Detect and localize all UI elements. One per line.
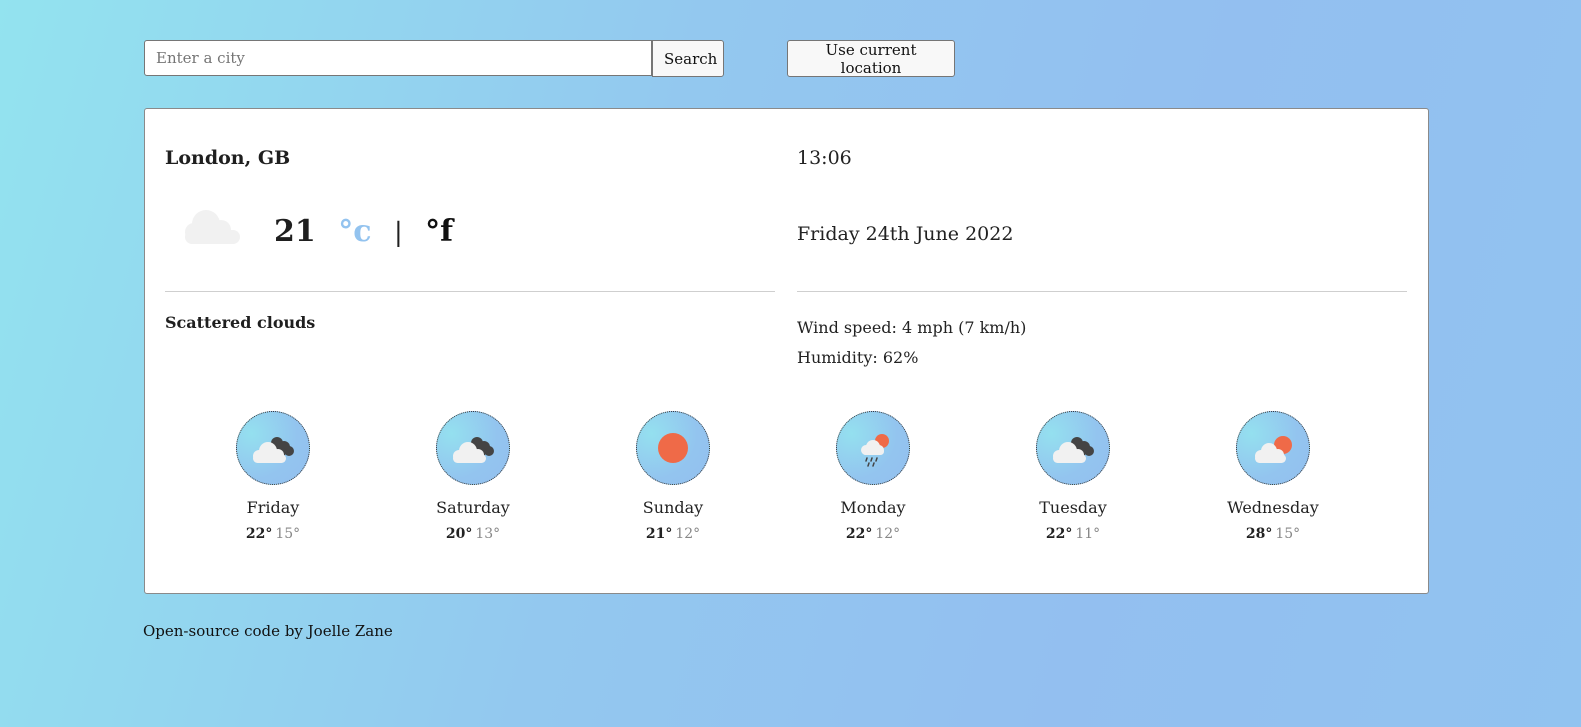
author-link[interactable]: Joelle Zane [308, 622, 393, 640]
current-temperature-row: 21 °c | °f [274, 214, 453, 249]
celsius-toggle[interactable]: °c [338, 214, 371, 249]
broken-clouds-icon [1036, 411, 1110, 485]
current-time: 13:06 [797, 147, 852, 169]
forecast-day: Sunday 21° 12° [593, 411, 753, 542]
rain-sun-cloud-icon [836, 411, 910, 485]
weather-details: Wind speed: 4 mph (7 km/h) Humidity: 62% [797, 313, 1026, 373]
forecast-temps: 22° 15° [193, 526, 353, 542]
humidity: Humidity: 62% [797, 348, 919, 367]
weather-card: London, GB 13:06 21 °c | °f Friday 24th … [144, 108, 1429, 594]
forecast-high: 22° [245, 526, 273, 542]
broken-clouds-icon [436, 411, 510, 485]
city-name: London, GB [165, 147, 291, 169]
footer: Open-source code by Joelle Zane [143, 622, 393, 640]
broken-clouds-icon [236, 411, 310, 485]
weather-description: Scattered clouds [165, 313, 316, 332]
forecast-day-name: Sunday [642, 498, 704, 517]
forecast-temps: 22° 12° [793, 526, 953, 542]
forecast-temps: 22° 11° [993, 526, 1153, 542]
current-date: Friday 24th June 2022 [797, 223, 1014, 245]
fahrenheit-toggle[interactable]: °f [425, 214, 453, 249]
forecast-temps: 20° 13° [393, 526, 553, 542]
forecast-low: 15° [1275, 526, 1301, 542]
current-temperature: 21 [274, 214, 316, 249]
forecast-low: 12° [875, 526, 901, 542]
forecast-day-name: Friday [246, 498, 300, 517]
forecast-high: 22° [845, 526, 873, 542]
forecast-day-name: Tuesday [1039, 498, 1107, 517]
forecast-high: 28° [1245, 526, 1273, 542]
forecast-day: Saturday 20° 13° [393, 411, 553, 542]
forecast-low: 15° [275, 526, 301, 542]
forecast-low: 12° [675, 526, 701, 542]
unit-separator: | [393, 218, 403, 248]
sun-icon [636, 411, 710, 485]
forecast-high: 20° [445, 526, 473, 542]
forecast: Friday 22° 15° Saturday 20° 13° Sunday 21°… [172, 411, 1372, 561]
open-source-code-link[interactable]: Open-source code [143, 622, 280, 640]
forecast-low: 11° [1075, 526, 1101, 542]
search-button[interactable]: Search [652, 40, 724, 77]
sun-cloud-icon [1236, 411, 1310, 485]
forecast-day: Monday 22° 12° [793, 411, 953, 542]
forecast-temps: 21° 12° [593, 526, 753, 542]
footer-by-text: by [284, 622, 303, 640]
cloud-icon [180, 204, 244, 248]
forecast-temps: 28° 15° [1193, 526, 1353, 542]
forecast-day-name: Monday [840, 498, 906, 517]
use-current-location-button[interactable]: Use current location [787, 40, 955, 77]
forecast-day: Wednesday 28° 15° [1193, 411, 1353, 542]
forecast-low: 13° [475, 526, 501, 542]
city-search-input[interactable] [144, 40, 652, 76]
forecast-high: 22° [1045, 526, 1073, 542]
forecast-high: 21° [645, 526, 673, 542]
forecast-day-name: Saturday [436, 498, 510, 517]
forecast-day: Tuesday 22° 11° [993, 411, 1153, 542]
divider [165, 291, 775, 292]
forecast-day-name: Wednesday [1227, 498, 1319, 517]
forecast-day: Friday 22° 15° [193, 411, 353, 542]
divider [797, 291, 1407, 292]
wind-speed: Wind speed: 4 mph (7 km/h) [797, 318, 1027, 337]
